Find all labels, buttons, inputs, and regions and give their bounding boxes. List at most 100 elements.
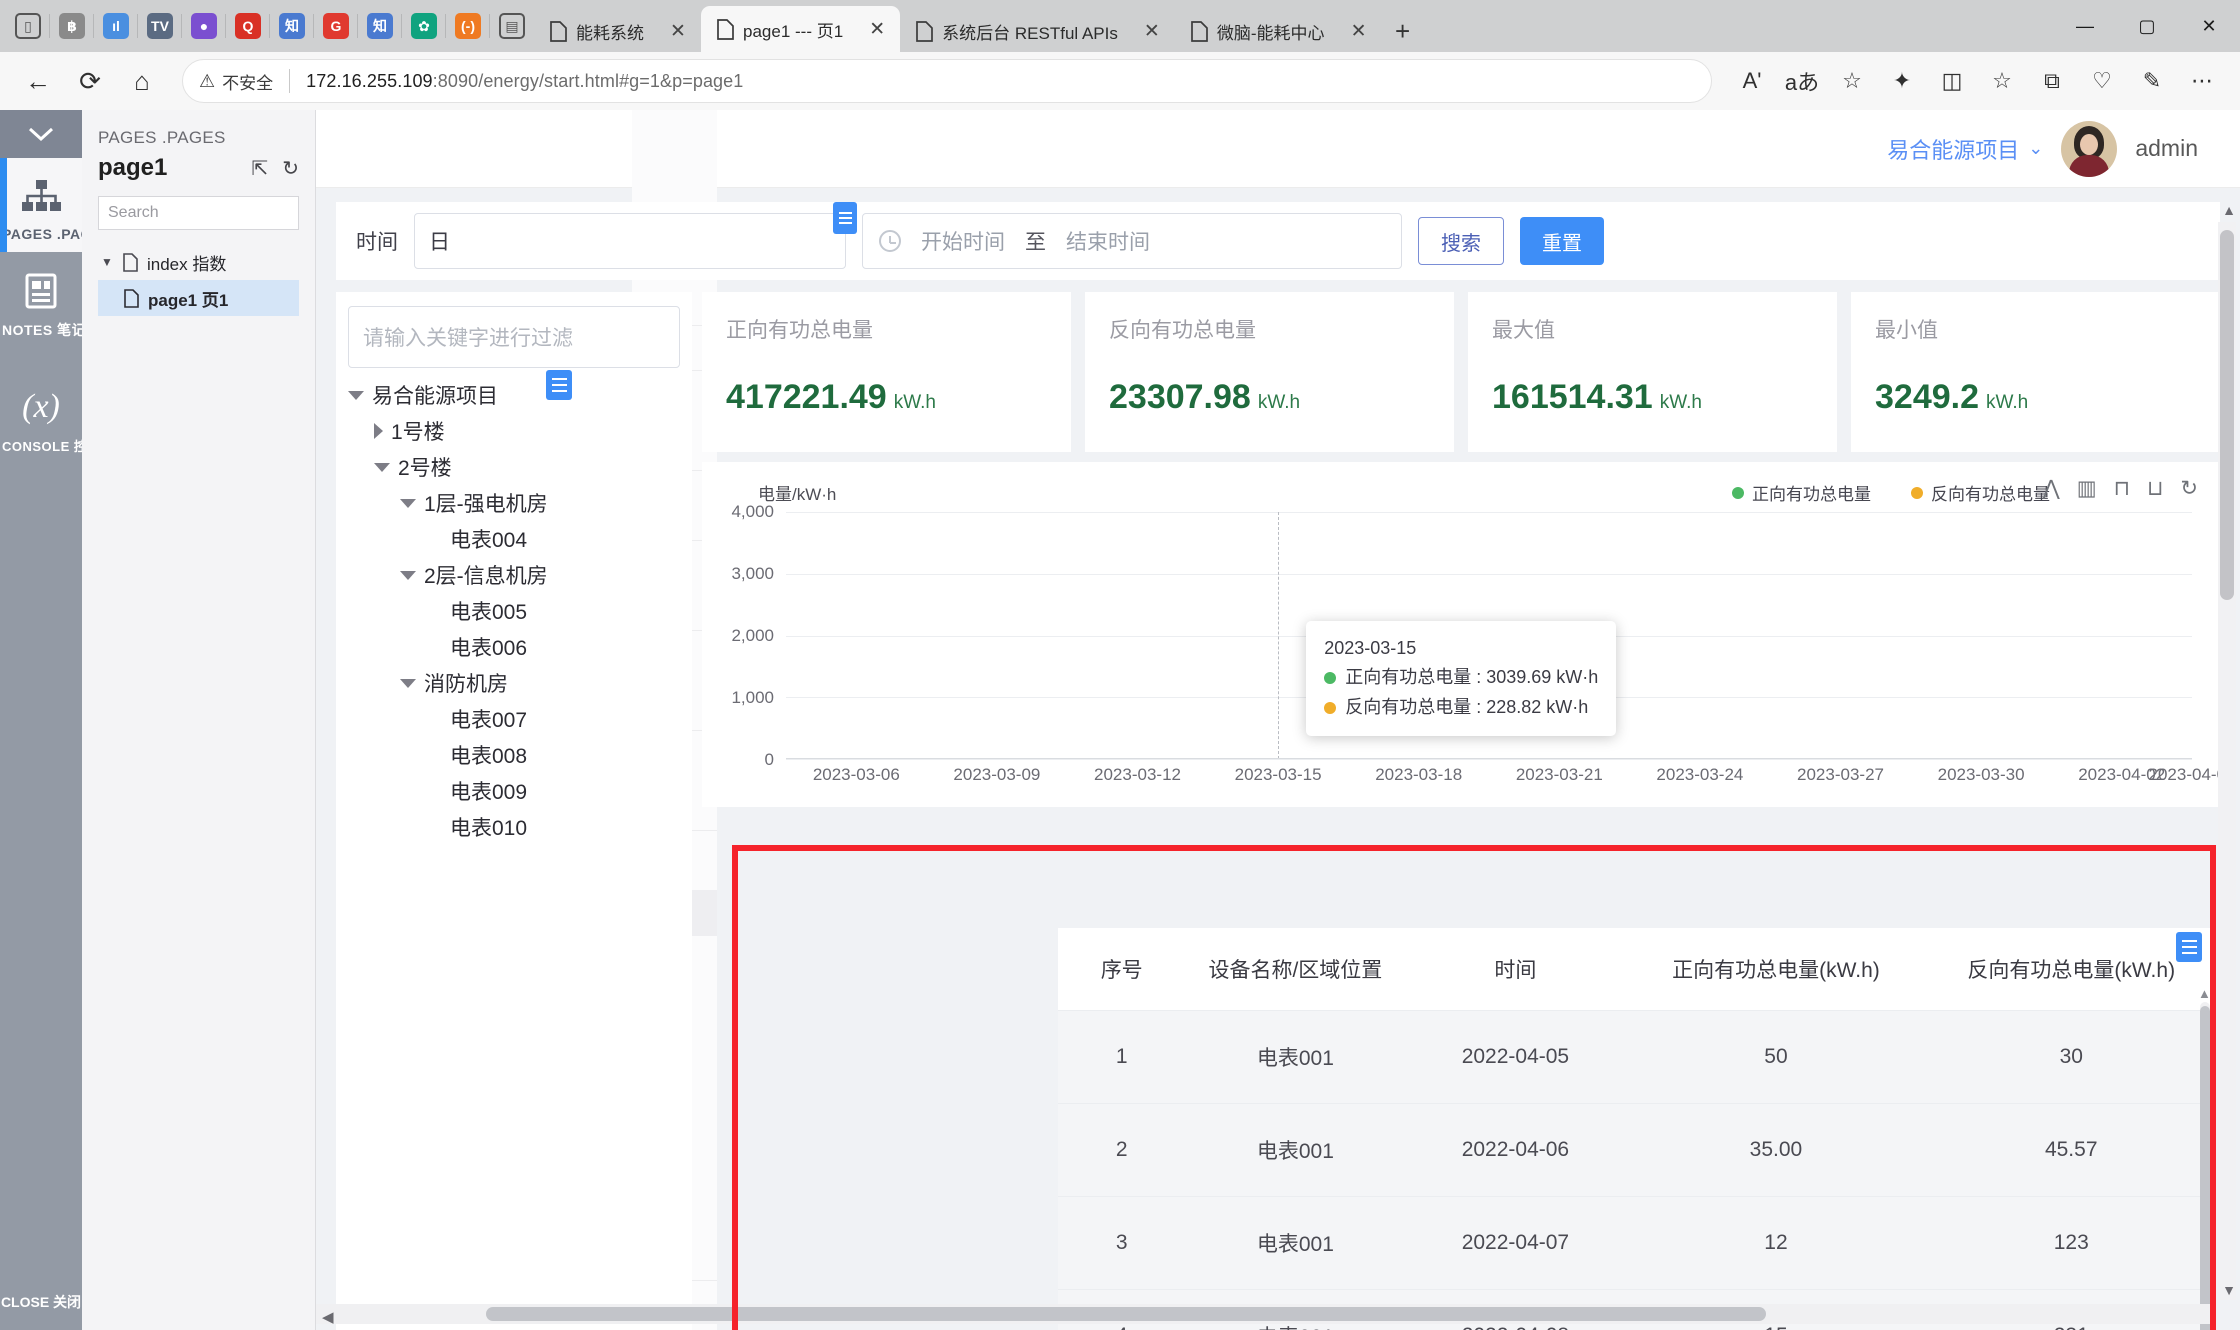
date-range-picker[interactable]: 开始时间 至 结束时间 <box>862 213 1402 269</box>
table-row[interactable]: 3 电表001 2022-04-07 12 123 <box>1058 1196 2216 1290</box>
reload-button[interactable]: ⟳ <box>66 57 114 105</box>
translate-icon[interactable]: aあ <box>1778 57 1826 105</box>
drag-handle-badge[interactable] <box>833 202 857 234</box>
caret-down-icon[interactable]: ▼ <box>100 255 114 269</box>
device-tree-node[interactable]: 电表004 <box>348 524 680 554</box>
table-scroll-thumb[interactable] <box>2200 1006 2210 1330</box>
device-tree-node[interactable]: 电表008 <box>348 740 680 770</box>
end-time-input[interactable]: 结束时间 <box>1066 226 1150 256</box>
table-column-header[interactable]: 正向有功总电量(kW.h) <box>1625 928 1927 1011</box>
caret-down-icon[interactable] <box>400 678 416 688</box>
vertical-scrollbar[interactable] <box>2218 222 2236 1300</box>
minimize-button[interactable]: — <box>2054 0 2116 52</box>
close-window-button[interactable]: ✕ <box>2178 0 2240 52</box>
device-tree-node[interactable]: 电表006 <box>348 632 680 662</box>
device-tree-node[interactable]: 电表005 <box>348 596 680 626</box>
tab-close-icon[interactable]: ✕ <box>1348 20 1370 42</box>
table-column-header[interactable]: 反向有功总电量(kW.h) <box>1926 928 2216 1011</box>
save-image-icon[interactable]: ⊔ <box>2147 476 2163 501</box>
favicon-purple-dot[interactable]: ● <box>182 0 226 52</box>
table-vertical-scrollbar[interactable]: ▲ ▼ <box>2198 986 2211 1330</box>
open-external-icon[interactable]: ⇱ <box>251 156 268 181</box>
device-tree-node[interactable]: 易合能源项目 <box>348 380 680 410</box>
rail-item-console[interactable]: (x) CONSOLE 控制台 <box>0 350 114 465</box>
favicon-tv[interactable]: TV <box>138 0 182 52</box>
table-column-header[interactable]: 序号 <box>1058 928 1186 1011</box>
vertical-scroll-thumb[interactable] <box>2220 230 2234 600</box>
favicon-phone[interactable]: ▯ <box>6 0 50 52</box>
favicon-g-red[interactable]: G <box>314 0 358 52</box>
favicon-bitcoin[interactable]: ฿ <box>50 0 94 52</box>
collections-star-icon[interactable]: ☆ <box>1978 57 2026 105</box>
favicon-openai[interactable]: ✿ <box>402 0 446 52</box>
settings-more-icon[interactable]: ⋯ <box>2178 57 2226 105</box>
refresh-icon[interactable]: ↻ <box>282 156 299 181</box>
caret-down-icon[interactable] <box>400 498 416 508</box>
tree-filter-input[interactable]: 请输入关键字进行过滤 <box>348 306 680 368</box>
data-view-icon[interactable]: ⊓ <box>2114 476 2130 501</box>
table-column-header[interactable]: 时间 <box>1405 928 1626 1011</box>
caret-down-icon[interactable] <box>374 462 390 472</box>
favicon-orange-bracket[interactable]: (-) <box>446 0 490 52</box>
tree-item-page1[interactable]: page1 页1 <box>98 280 299 316</box>
scroll-up-arrow-icon[interactable]: ▲ <box>2198 986 2211 1001</box>
tree-drag-handle-badge[interactable] <box>546 370 572 400</box>
rail-collapse-button[interactable] <box>0 110 82 158</box>
reset-button[interactable]: 重置 <box>1520 217 1604 265</box>
back-button[interactable]: ← <box>14 57 62 105</box>
rail-close-button[interactable]: CLOSE 关闭 <box>0 1292 82 1312</box>
tab-close-icon[interactable]: ✕ <box>1141 20 1163 42</box>
start-time-input[interactable]: 开始时间 <box>921 226 1005 256</box>
browser-tab-1[interactable]: page1 --- 页1 ✕ <box>701 6 901 52</box>
favicon-q-red[interactable]: Q <box>226 0 270 52</box>
horizontal-scrollbar[interactable] <box>316 1304 2212 1324</box>
legend-item-1[interactable]: 反向有功总电量 <box>1911 480 2050 505</box>
tab-close-icon[interactable]: ✕ <box>667 20 689 42</box>
read-aloud-icon[interactable]: A' <box>1728 57 1776 105</box>
caret-right-icon[interactable] <box>374 423 383 439</box>
table-drag-handle-badge[interactable] <box>2176 932 2202 962</box>
project-selector[interactable]: 易合能源项目 ⌄ <box>1887 133 2043 165</box>
profile-sketch-icon[interactable]: ✎ <box>2128 57 2176 105</box>
granularity-select[interactable]: 日 <box>414 202 857 269</box>
device-tree-node[interactable]: 电表010 <box>348 812 680 842</box>
extensions-icon[interactable]: ✦ <box>1878 57 1926 105</box>
bar-chart-toggle-icon[interactable]: ▥ <box>2077 476 2097 501</box>
device-tree-node[interactable]: 1层-强电机房 <box>348 488 680 518</box>
device-tree-node[interactable]: 电表007 <box>348 704 680 734</box>
table-column-header[interactable]: 设备名称/区域位置 <box>1185 928 1406 1011</box>
line-chart-toggle-icon[interactable]: ⋀ <box>2043 476 2060 501</box>
rail-item-pages[interactable]: PAGES .PAGES <box>0 158 111 252</box>
pages-search-input[interactable]: Search <box>98 196 299 230</box>
tab-close-icon[interactable]: ✕ <box>866 18 888 40</box>
split-screen-icon[interactable]: ◫ <box>1928 57 1976 105</box>
maximize-button[interactable]: ▢ <box>2116 0 2178 52</box>
new-tab-button[interactable]: + <box>1382 10 1424 52</box>
caret-down-icon[interactable] <box>348 390 364 400</box>
home-button[interactable]: ⌂ <box>118 57 166 105</box>
address-bar[interactable]: ⚠ 不安全 172.16.255.109:8090/energy/start.h… <box>182 59 1712 103</box>
browser-tab-0[interactable]: 能耗系统 ✕ <box>534 10 701 52</box>
security-status[interactable]: ⚠ 不安全 <box>199 69 273 94</box>
favicon-zhihu-2[interactable]: 知 <box>358 0 402 52</box>
favicon-blue-bar[interactable]: ıl <box>94 0 138 52</box>
performance-heart-icon[interactable]: ♡ <box>2078 57 2126 105</box>
device-tree-node[interactable]: 消防机房 <box>348 668 680 698</box>
browser-tab-2[interactable]: 系统后台 RESTful APIs ✕ <box>900 10 1175 52</box>
legend-item-0[interactable]: 正向有功总电量 <box>1732 480 1871 505</box>
device-tree-node[interactable]: 2层-信息机房 <box>348 560 680 590</box>
copilot-tabs-icon[interactable]: ⧉ <box>2028 57 2076 105</box>
restore-icon[interactable]: ↻ <box>2180 476 2198 501</box>
browser-tab-3[interactable]: 微脑-能耗中心 ✕ <box>1175 10 1382 52</box>
tree-item-index[interactable]: ▼ index 指数 <box>98 244 299 280</box>
device-tree-node[interactable]: 1号楼 <box>348 416 680 446</box>
scroll-top-arrow-icon[interactable]: ▲ <box>2222 202 2236 218</box>
rail-item-notes[interactable]: NOTES 笔记 <box>0 252 86 350</box>
favicon-zhihu[interactable]: 知 <box>270 0 314 52</box>
scroll-bottom-arrow-icon[interactable]: ▼ <box>2222 1282 2236 1298</box>
device-tree-node[interactable]: 电表009 <box>348 776 680 806</box>
horizontal-scroll-thumb[interactable] <box>486 1307 1766 1321</box>
table-row[interactable]: 1 电表001 2022-04-05 50 30 <box>1058 1010 2216 1104</box>
device-tree-node[interactable]: 2号楼 <box>348 452 680 482</box>
scroll-left-arrow-icon[interactable]: ◀ <box>322 1308 334 1326</box>
